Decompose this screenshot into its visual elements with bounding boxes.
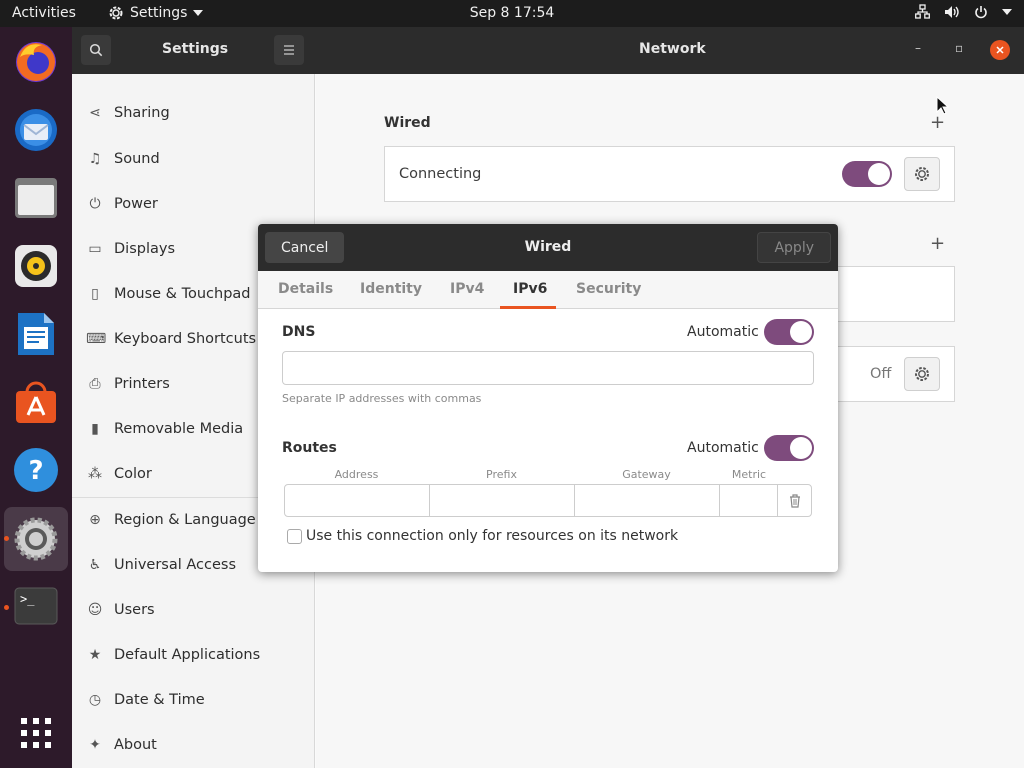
sidebar-item-about[interactable]: ✦ About	[72, 723, 315, 767]
sparkle-icon: ✦	[89, 737, 101, 753]
dock: ? >_	[0, 27, 72, 768]
proxy-status: Off	[870, 366, 892, 382]
dns-label: DNS	[282, 324, 316, 340]
menu-button[interactable]	[274, 35, 304, 65]
maximize-button[interactable]: ▫	[955, 41, 963, 55]
music-note-icon: ♫	[88, 151, 102, 167]
selected-tab-indicator	[500, 306, 556, 309]
tab-security[interactable]: Security	[576, 281, 641, 297]
only-resources-checkbox[interactable]	[287, 529, 302, 544]
volume-icon	[945, 5, 959, 18]
panel-title: Network	[639, 41, 706, 57]
route-address-input[interactable]	[284, 484, 430, 517]
globe-icon: ⊕	[89, 512, 101, 528]
dns-hint: Separate IP addresses with commas	[282, 392, 482, 405]
sidebar-item-sound[interactable]: ♫ Sound	[72, 137, 315, 181]
sidebar-item-power[interactable]: ⏻ Power	[72, 182, 315, 226]
route-metric-input[interactable]	[719, 484, 778, 517]
route-column-address: Address	[334, 468, 379, 481]
dialog-title: Wired	[524, 239, 572, 255]
header-bar: Settings Network – ▫	[72, 27, 1024, 74]
wired-status: Connecting	[399, 166, 482, 182]
routes-label: Routes	[282, 440, 337, 456]
sidebar-item-default-applications[interactable]: ★ Default Applications	[72, 633, 315, 677]
firefox-icon[interactable]	[10, 35, 62, 87]
only-resources-label[interactable]: Use this connection only for resources o…	[306, 528, 678, 544]
network-wired-icon	[915, 4, 930, 19]
svg-text:?: ?	[28, 456, 43, 486]
proxy-settings-button[interactable]	[904, 357, 940, 391]
printer-icon: ⎙	[89, 376, 101, 392]
wired-heading: Wired	[384, 115, 431, 131]
close-icon	[996, 46, 1004, 54]
route-column-prefix: Prefix	[486, 468, 517, 481]
add-icon[interactable]: +	[930, 233, 945, 254]
search-icon	[89, 43, 103, 57]
dns-input[interactable]	[282, 351, 814, 385]
tab-ipv4[interactable]: IPv4	[450, 281, 484, 297]
sidebar-item-date-time[interactable]: ◷ Date & Time	[72, 678, 315, 722]
star-icon: ★	[88, 647, 102, 663]
keyboard-icon: ⌨	[86, 331, 107, 347]
tab-identity[interactable]: Identity	[360, 281, 422, 297]
sidebar-title: Settings	[162, 41, 229, 57]
clock-icon: ◷	[88, 692, 102, 708]
accessibility-icon: ♿	[88, 557, 102, 573]
running-indicator	[4, 536, 9, 541]
delete-route-button[interactable]	[777, 484, 812, 517]
mouse-cursor-icon	[936, 96, 950, 115]
route-column-gateway: Gateway	[622, 468, 671, 481]
chevron-down-icon	[1002, 8, 1012, 15]
svg-text:>_: >_	[20, 592, 35, 606]
trash-icon	[789, 493, 800, 508]
wired-switch[interactable]	[842, 161, 892, 187]
writer-icon[interactable]	[10, 308, 62, 360]
minimize-button[interactable]: –	[915, 41, 921, 55]
help-icon[interactable]: ?	[10, 444, 62, 496]
dns-automatic-label: Automatic	[687, 324, 759, 340]
power-icon	[975, 5, 987, 18]
route-prefix-input[interactable]	[429, 484, 575, 517]
usb-drive-icon: ▮	[91, 421, 99, 437]
running-indicator	[4, 605, 9, 610]
hamburger-icon	[284, 45, 294, 55]
users-icon: ☺	[87, 602, 103, 618]
search-button[interactable]	[81, 35, 111, 65]
tab-ipv6[interactable]: IPv6	[513, 281, 547, 297]
display-icon: ▭	[88, 241, 102, 257]
mouse-icon: ▯	[91, 286, 99, 302]
route-column-metric: Metric	[731, 468, 767, 481]
gear-icon	[915, 367, 929, 381]
tab-details[interactable]: Details	[278, 281, 333, 297]
power-icon: ⏻	[89, 196, 101, 212]
software-store-icon[interactable]	[10, 376, 62, 428]
thunderbird-icon[interactable]	[10, 104, 62, 156]
top-bar: Activities Settings Sep 8 17:54	[0, 0, 1024, 27]
sidebar-item-users[interactable]: ☺ Users	[72, 588, 315, 632]
dns-automatic-switch[interactable]	[764, 319, 814, 345]
dialog-tabs: Details Identity IPv4 IPv6 Security	[258, 271, 838, 309]
routes-automatic-switch[interactable]	[764, 435, 814, 461]
share-icon: ⋖	[89, 105, 101, 121]
wired-dialog: Cancel Wired Apply Details Identity IPv4…	[258, 224, 838, 572]
clock[interactable]: Sep 8 17:54	[0, 5, 1024, 21]
show-applications-icon[interactable]	[10, 707, 62, 759]
color-icon: ⁂	[88, 466, 102, 482]
wired-settings-button[interactable]	[904, 157, 940, 191]
files-icon[interactable]	[10, 172, 62, 224]
settings-app-icon[interactable]	[4, 507, 68, 571]
wired-connection-row: Connecting	[384, 146, 955, 202]
route-gateway-input[interactable]	[574, 484, 720, 517]
rhythmbox-icon[interactable]	[10, 240, 62, 292]
terminal-icon[interactable]: >_	[10, 580, 62, 632]
sidebar-item-sharing[interactable]: ⋖ Sharing	[72, 91, 315, 135]
apply-button[interactable]: Apply	[757, 232, 831, 263]
dialog-header: Cancel Wired Apply	[258, 224, 838, 271]
gear-icon	[915, 167, 929, 181]
routes-automatic-label: Automatic	[687, 440, 759, 456]
close-button[interactable]	[990, 40, 1010, 60]
system-tray[interactable]	[915, 4, 1012, 19]
